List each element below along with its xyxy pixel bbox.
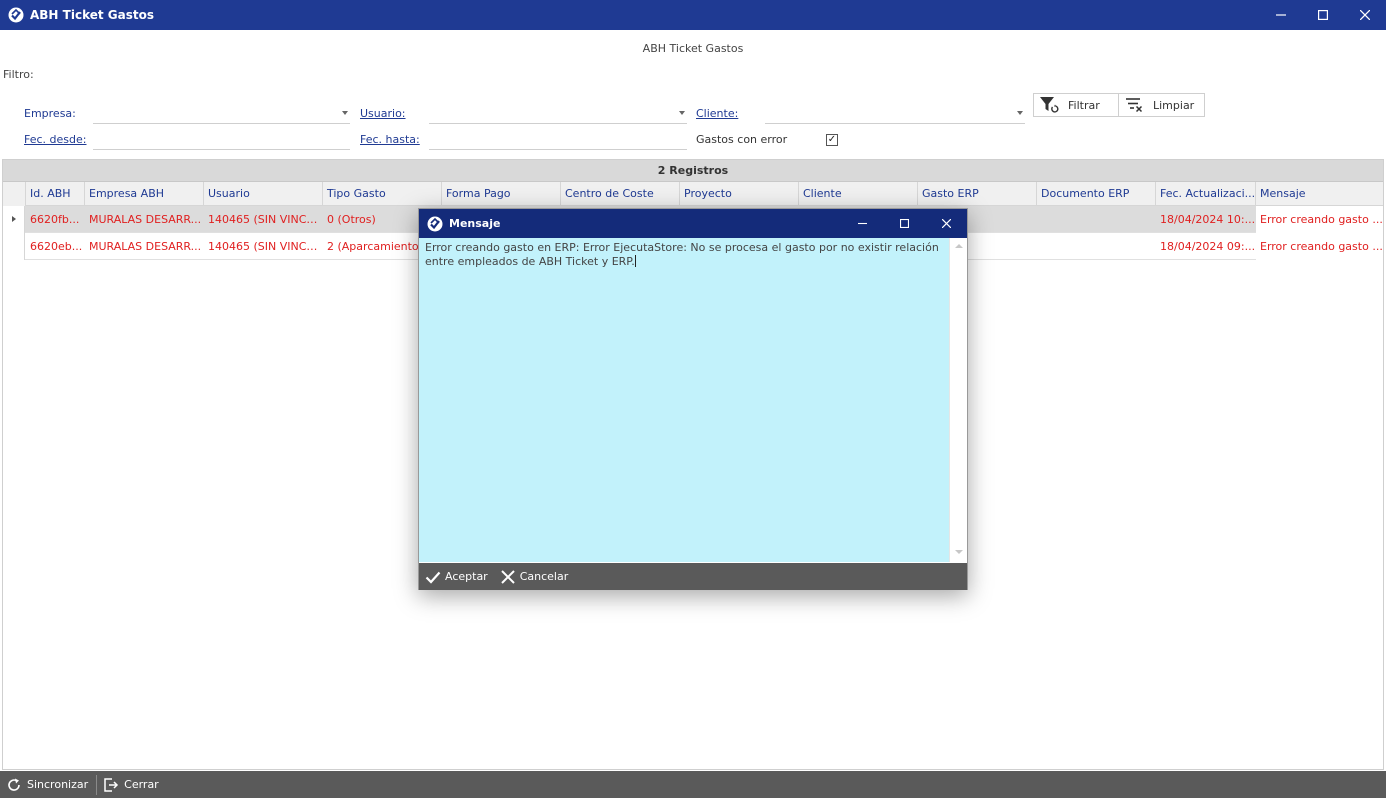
fec-desde-label[interactable]: Fec. desde:	[24, 133, 86, 146]
row-selector[interactable]	[3, 206, 25, 233]
window-titlebar: ABH Ticket Gastos	[0, 0, 1386, 30]
sincronizar-button[interactable]: Sincronizar	[0, 771, 96, 798]
filtrar-button[interactable]: Filtrar	[1033, 93, 1119, 117]
column-header-documento-erp[interactable]: Documento ERP	[1037, 182, 1156, 206]
cell-id-abh[interactable]: 6620eb...	[26, 233, 85, 260]
cell-usuario[interactable]: 140465 (SIN VINCU...	[204, 206, 323, 233]
column-header-centro-coste[interactable]: Centro de Coste	[561, 182, 680, 206]
cliente-dropdown[interactable]	[765, 106, 1025, 124]
row-selector[interactable]	[3, 233, 25, 260]
dialog-footer: Aceptar Cancelar	[419, 563, 967, 590]
dialog-minimize-button[interactable]	[841, 209, 883, 238]
row-indicator-icon	[12, 216, 16, 222]
aceptar-button[interactable]: Aceptar	[419, 563, 494, 590]
close-button[interactable]	[1344, 0, 1386, 30]
cell-usuario[interactable]: 140465 (SIN VINCU...	[204, 233, 323, 260]
text-cursor	[634, 255, 636, 267]
window-title: ABH Ticket Gastos	[30, 8, 154, 22]
grid-title: 2 Registros	[3, 160, 1383, 182]
column-header-id-abh[interactable]: Id. ABH	[26, 182, 85, 206]
message-dialog: Mensaje Error creando gasto en ERP: Erro…	[418, 208, 968, 590]
aceptar-label: Aceptar	[445, 570, 488, 583]
cerrar-button[interactable]: Cerrar	[97, 771, 167, 798]
limpiar-label: Limpiar	[1153, 98, 1195, 112]
app-logo-icon	[427, 216, 443, 232]
cell-id-abh[interactable]: 6620fb...	[26, 206, 85, 233]
refresh-icon	[6, 777, 22, 793]
grid-header: Id. ABH Empresa ABH Usuario Tipo Gasto F…	[3, 182, 1383, 206]
chevron-down-icon	[1017, 111, 1023, 115]
column-header-gasto-erp[interactable]: Gasto ERP	[918, 182, 1037, 206]
column-header-forma-pago[interactable]: Forma Pago	[442, 182, 561, 206]
row-selector-header	[3, 182, 26, 206]
fec-hasta-label[interactable]: Fec. hasta:	[360, 133, 420, 146]
dialog-titlebar: Mensaje	[419, 209, 967, 238]
close-icon	[500, 569, 516, 585]
cell-fec-actualizacion[interactable]: 18/04/2024 09:...	[1156, 233, 1256, 260]
minimize-button[interactable]	[1260, 0, 1302, 30]
vertical-scrollbar[interactable]	[949, 238, 967, 562]
scroll-down-icon[interactable]	[955, 550, 963, 554]
dialog-title: Mensaje	[449, 217, 501, 230]
gastos-error-label: Gastos con error	[696, 133, 788, 146]
cell-empresa-abh[interactable]: MURALAS DESARR...	[85, 233, 204, 260]
limpiar-button[interactable]: Limpiar	[1118, 93, 1205, 117]
fec-desde-field[interactable]	[93, 132, 350, 150]
column-header-empresa-abh[interactable]: Empresa ABH	[85, 182, 204, 206]
checkmark-icon	[425, 569, 441, 585]
column-header-proyecto[interactable]: Proyecto	[680, 182, 799, 206]
column-header-usuario[interactable]: Usuario	[204, 182, 323, 206]
maximize-button[interactable]	[1302, 0, 1344, 30]
message-textarea[interactable]: Error creando gasto en ERP: Error Ejecut…	[419, 238, 967, 562]
filter-section-label: Filtro:	[3, 68, 34, 81]
empresa-label: Empresa:	[24, 107, 76, 120]
dialog-maximize-button[interactable]	[883, 209, 925, 238]
gastos-error-checkbox[interactable]: ✓	[826, 134, 838, 146]
filter-refresh-icon	[1038, 94, 1060, 116]
dialog-close-button[interactable]	[925, 209, 967, 238]
cell-mensaje[interactable]: Error creando gasto ...	[1256, 233, 1383, 260]
column-header-tipo-gasto[interactable]: Tipo Gasto	[323, 182, 442, 206]
column-header-fec-actualizacion[interactable]: Fec. Actualizaci...	[1156, 182, 1256, 206]
cancelar-label: Cancelar	[519, 570, 569, 583]
filtrar-label: Filtrar	[1068, 98, 1100, 112]
scroll-up-icon[interactable]	[955, 244, 963, 248]
usuario-label[interactable]: Usuario:	[360, 107, 406, 120]
fec-hasta-field[interactable]	[429, 132, 687, 150]
column-header-mensaje[interactable]: Mensaje	[1256, 182, 1383, 206]
chevron-down-icon	[342, 111, 348, 115]
cell-mensaje[interactable]: Error creando gasto ...	[1256, 206, 1383, 233]
cancelar-button[interactable]: Cancelar	[494, 563, 575, 590]
bottom-toolbar: Sincronizar Cerrar	[0, 771, 1386, 798]
sincronizar-label: Sincronizar	[27, 778, 89, 791]
exit-icon	[103, 777, 119, 793]
column-header-cliente[interactable]: Cliente	[799, 182, 918, 206]
cell-fec-actualizacion[interactable]: 18/04/2024 10:...	[1156, 206, 1256, 233]
message-text: Error creando gasto en ERP: Error Ejecut…	[425, 241, 939, 268]
app-logo-icon	[8, 7, 24, 23]
clear-filter-icon	[1123, 94, 1145, 116]
cell-empresa-abh[interactable]: MURALAS DESARR...	[85, 206, 204, 233]
empresa-dropdown[interactable]	[93, 106, 350, 124]
chevron-down-icon	[679, 111, 685, 115]
cerrar-label: Cerrar	[124, 778, 159, 791]
page-title: ABH Ticket Gastos	[642, 42, 744, 55]
cliente-label[interactable]: Cliente:	[696, 107, 738, 120]
usuario-dropdown[interactable]	[429, 106, 687, 124]
